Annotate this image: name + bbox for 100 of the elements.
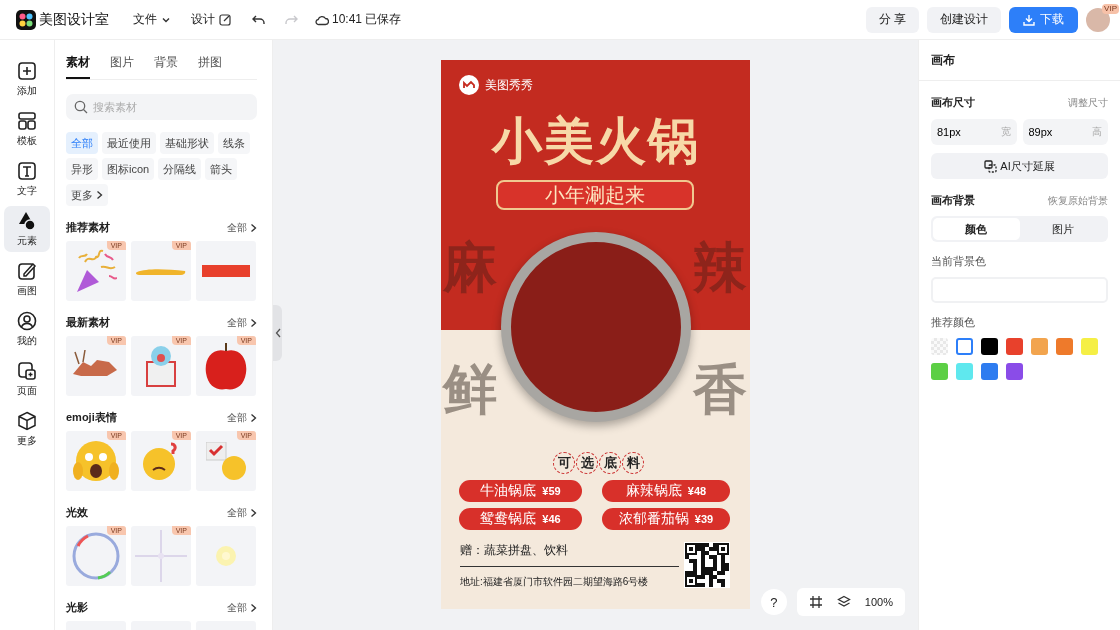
download-icon bbox=[1023, 13, 1035, 26]
sticker-drawing bbox=[73, 441, 119, 481]
sticker-drawing bbox=[205, 342, 247, 390]
chevron-right-icon bbox=[250, 507, 257, 518]
color-swatch[interactable] bbox=[956, 363, 973, 380]
view-all-link[interactable]: 全部 bbox=[227, 600, 257, 615]
panel-tab[interactable]: 拼图 bbox=[198, 50, 222, 79]
action-link[interactable]: 调整尺寸 bbox=[1068, 95, 1108, 110]
background-character: 香 bbox=[693, 360, 747, 418]
filter-chip[interactable]: 最近使用 bbox=[102, 132, 156, 154]
edit-icon bbox=[219, 13, 231, 26]
view-all-link[interactable]: 全部 bbox=[227, 220, 257, 235]
size-field[interactable]: 81px 宽 bbox=[931, 119, 1017, 145]
rail-item[interactable]: 页面 bbox=[4, 356, 50, 402]
top-button[interactable]: 分 享 bbox=[865, 6, 919, 33]
broth-name: 鸳鸯锅底 bbox=[480, 510, 537, 528]
layout-icon bbox=[17, 110, 37, 131]
segment-tab[interactable]: 颜色 bbox=[933, 218, 1020, 240]
sticker-drawing bbox=[143, 441, 179, 481]
search-field[interactable]: 搜索素材 bbox=[66, 94, 257, 120]
color-swatch[interactable] bbox=[1081, 338, 1098, 355]
section-title: 最新素材 bbox=[66, 315, 110, 330]
cube-icon bbox=[17, 410, 37, 431]
asset-thumbnail[interactable] bbox=[196, 526, 256, 586]
rail-item[interactable]: 画图 bbox=[4, 256, 50, 302]
size-field[interactable]: 89px 高 bbox=[1022, 119, 1108, 145]
collapse-handle[interactable] bbox=[273, 305, 282, 361]
broth-price: ¥46 bbox=[542, 513, 561, 525]
color-swatch[interactable] bbox=[1031, 338, 1048, 355]
filter-chip[interactable]: 分隔线 bbox=[158, 158, 202, 180]
sticker-drawing bbox=[205, 441, 247, 481]
panel-tab[interactable]: 背景 bbox=[154, 50, 178, 79]
broth-name: 牛油锅底 bbox=[480, 482, 537, 500]
rail-item[interactable]: 元素 bbox=[4, 206, 50, 252]
qr-code bbox=[684, 542, 730, 588]
address-text: 地址:福建省厦门市软件园二期望海路6号楼 bbox=[460, 575, 649, 589]
menu-button[interactable]: 文件 bbox=[133, 11, 171, 28]
brand-name: 美图秀秀 bbox=[485, 76, 533, 94]
ai-extend-button[interactable]: AI尺寸延展 bbox=[931, 153, 1108, 179]
grid-icon[interactable] bbox=[808, 595, 823, 609]
shapes-icon bbox=[17, 210, 37, 231]
broth-name: 麻辣锅底 bbox=[625, 482, 682, 500]
color-swatch[interactable] bbox=[1006, 338, 1023, 355]
filter-chip[interactable]: 异形 bbox=[66, 158, 98, 180]
unit-label: 宽 bbox=[1000, 125, 1011, 139]
rail-item[interactable]: 添加 bbox=[4, 56, 50, 102]
color-swatch[interactable] bbox=[931, 363, 948, 380]
size-input[interactable]: 89px bbox=[1028, 122, 1079, 142]
sticker-drawing bbox=[75, 248, 117, 294]
user-icon bbox=[17, 310, 37, 331]
panel-title: 画布 bbox=[919, 40, 1120, 81]
chevron-right-icon bbox=[250, 222, 257, 233]
broth-name: 浓郁番茄锅 bbox=[618, 510, 689, 528]
sticker-drawing bbox=[216, 546, 236, 566]
filter-chip[interactable]: 线条 bbox=[218, 132, 250, 154]
plus-square-icon bbox=[17, 60, 37, 81]
action-link[interactable]: 恢复原始背景 bbox=[1048, 193, 1108, 208]
filter-chip[interactable]: 箭头 bbox=[205, 158, 238, 180]
broth-price: ¥59 bbox=[542, 485, 561, 497]
sticker-drawing bbox=[135, 530, 187, 582]
color-swatch[interactable] bbox=[1056, 338, 1073, 355]
rail-item[interactable]: 模板 bbox=[4, 106, 50, 152]
app-name: 美图设计室 bbox=[39, 10, 109, 29]
filter-chip[interactable]: 全部 bbox=[66, 132, 98, 154]
size-input[interactable]: 81px bbox=[937, 122, 987, 142]
chevron-right-icon bbox=[250, 317, 257, 328]
rail-item[interactable]: 更多 bbox=[4, 406, 50, 452]
menu-button[interactable]: 设计 bbox=[191, 11, 231, 28]
sticker-drawing bbox=[136, 266, 186, 276]
filter-chip[interactable]: 图标icon bbox=[102, 158, 155, 180]
top-button[interactable]: 创建设计 bbox=[927, 6, 1001, 33]
page-add-icon bbox=[17, 360, 37, 381]
gift-text: 赠：蔬菜拼盘、饮料 bbox=[460, 542, 568, 559]
download-button[interactable]: 下载 bbox=[1009, 6, 1078, 33]
rail-item[interactable]: 我的 bbox=[4, 306, 50, 352]
layers-icon[interactable] bbox=[836, 595, 851, 609]
filter-chip[interactable]: 更多 bbox=[66, 184, 108, 206]
sticker-drawing bbox=[202, 265, 250, 277]
broth-price: ¥39 bbox=[694, 513, 714, 525]
panel-tab[interactable]: 素材 bbox=[66, 50, 90, 79]
chevron-left-icon bbox=[274, 328, 281, 338]
zoom-level[interactable]: 100% bbox=[864, 596, 893, 608]
view-all-link[interactable]: 全部 bbox=[227, 410, 257, 425]
segment-tab[interactable]: 图片 bbox=[1019, 218, 1106, 240]
color-swatch[interactable] bbox=[981, 338, 998, 355]
field-label: 推荐颜色 bbox=[931, 315, 976, 330]
section-label: 画布背景 bbox=[931, 193, 975, 208]
view-all-link[interactable]: 全部 bbox=[227, 505, 257, 520]
asset-thumbnail[interactable] bbox=[196, 241, 256, 301]
help-button[interactable]: ? bbox=[760, 589, 787, 615]
panel-tab[interactable]: 图片 bbox=[110, 50, 134, 79]
rail-item[interactable]: 文字 bbox=[4, 156, 50, 202]
chevron-right-icon bbox=[96, 190, 103, 200]
color-swatch[interactable] bbox=[956, 338, 973, 355]
color-swatch[interactable] bbox=[981, 363, 998, 380]
filter-chip[interactable]: 基础形状 bbox=[160, 132, 214, 154]
brand-logo-icon bbox=[459, 75, 479, 95]
pen-square-icon bbox=[17, 260, 37, 281]
view-all-link[interactable]: 全部 bbox=[227, 315, 257, 330]
color-swatch[interactable] bbox=[1006, 363, 1023, 380]
